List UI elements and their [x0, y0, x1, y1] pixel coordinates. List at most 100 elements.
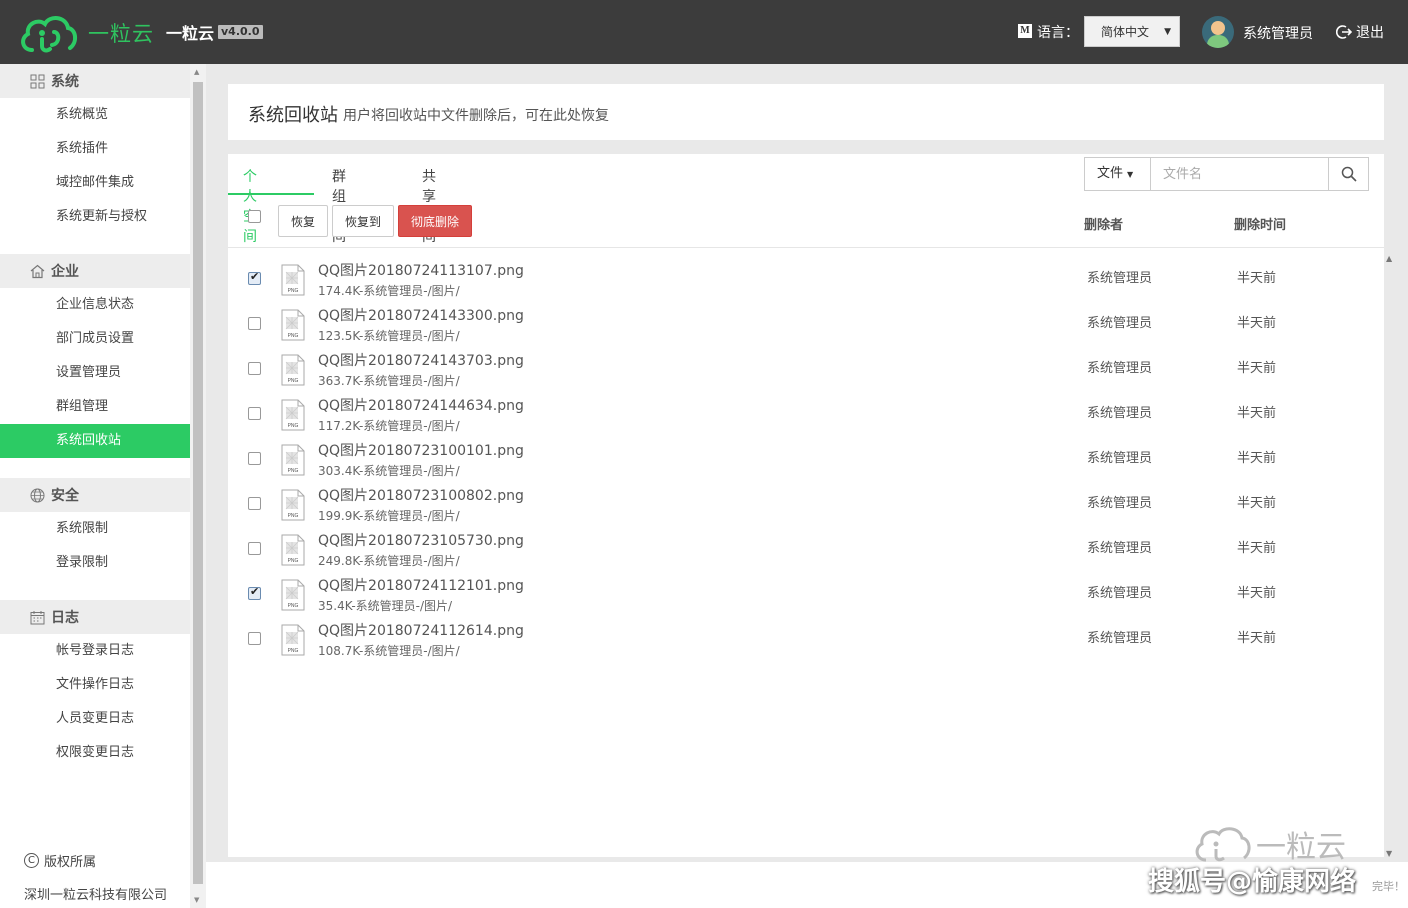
file-row[interactable]: PNG QQ图片20180723105730.png 249.8K-系统管理员-/图…	[228, 528, 1384, 573]
sidebar-item-enterprise-info[interactable]: 企业信息状态	[0, 288, 190, 322]
row-checkbox[interactable]	[248, 317, 261, 330]
sidebar-group-logs[interactable]: 日志	[0, 600, 190, 634]
column-header-delete-time[interactable]: 删除时间	[1234, 214, 1286, 233]
png-file-icon: PNG	[281, 399, 305, 431]
file-name[interactable]: QQ图片20180724113107.png	[318, 260, 524, 280]
sidebar-item-domain-mail[interactable]: 域控邮件集成	[0, 166, 190, 200]
sidebar-group-label: 日志	[51, 610, 79, 626]
sidebar-item-recycle-bin[interactable]: 系统回收站	[0, 424, 190, 458]
file-row[interactable]: PNG QQ图片20180724143300.png 123.5K-系统管理员-/图…	[228, 303, 1384, 348]
scroll-down-icon[interactable]: ▼	[1386, 849, 1392, 858]
watermark-logo-text: 一粒云	[1256, 830, 1346, 865]
file-delete-time: 半天前	[1237, 631, 1277, 646]
png-file-icon: PNG	[281, 579, 305, 611]
language-select[interactable]: 简体中文 ▼	[1084, 16, 1180, 47]
sidebar-item-admins[interactable]: 设置管理员	[0, 356, 190, 390]
scrollbar-thumb[interactable]	[193, 82, 203, 884]
select-all-checkbox[interactable]	[248, 210, 261, 223]
row-checkbox[interactable]	[248, 542, 261, 555]
globe-icon	[30, 488, 45, 503]
row-checkbox[interactable]	[248, 632, 261, 645]
user-avatar[interactable]	[1202, 16, 1234, 48]
top-header: 一粒云 一粒云 v4.0.0 M 语言： 简体中文 ▼ 系统管理员 退出	[0, 0, 1408, 64]
logout-button[interactable]: 退出	[1336, 22, 1384, 42]
file-name[interactable]: QQ图片20180724112101.png	[318, 575, 524, 595]
status-text: 完毕！	[1372, 880, 1405, 893]
sidebar-item-overview[interactable]: 系统概览	[0, 98, 190, 132]
file-deleter: 系统管理员	[1087, 361, 1153, 376]
file-deleter: 系统管理员	[1087, 541, 1153, 556]
sidebar-item-permission-log[interactable]: 权限变更日志	[0, 736, 190, 770]
copyright: C 版权所属	[24, 851, 96, 870]
grid-icon	[30, 74, 45, 89]
svg-text:PNG: PNG	[288, 378, 299, 384]
png-file-icon: PNG	[281, 489, 305, 521]
search-button[interactable]	[1328, 158, 1368, 190]
scroll-up-icon[interactable]: ▲	[194, 68, 199, 76]
file-row[interactable]: PNG QQ图片20180724112101.png 35.4K-系统管理员-/图片…	[228, 573, 1384, 618]
row-checkbox[interactable]	[248, 362, 261, 375]
version-badge: v4.0.0	[218, 25, 263, 39]
sidebar-item-groups[interactable]: 群组管理	[0, 390, 190, 424]
sidebar-group-label: 企业	[51, 264, 79, 280]
sidebar-group-label: 系统	[51, 74, 79, 90]
file-meta: 123.5K-系统管理员-/图片/	[318, 329, 460, 343]
app-logo[interactable]: 一粒云	[18, 12, 154, 54]
row-checkbox[interactable]	[248, 407, 261, 420]
sidebar-item-login-limits[interactable]: 登录限制	[0, 546, 190, 580]
sidebar-group-enterprise[interactable]: 企业	[0, 254, 190, 288]
sidebar-item-update-license[interactable]: 系统更新与授权	[0, 200, 190, 234]
sidebar-group-system[interactable]: 系统	[0, 64, 190, 98]
sidebar-group-label: 安全	[51, 488, 79, 504]
language-label: 语言：	[1037, 25, 1079, 41]
row-checkbox[interactable]	[248, 585, 261, 600]
file-deleter: 系统管理员	[1087, 451, 1153, 466]
file-name[interactable]: QQ图片20180724112614.png	[318, 620, 524, 640]
restore-to-button[interactable]: 恢复到	[332, 205, 394, 237]
row-checkbox[interactable]	[248, 452, 261, 465]
file-row[interactable]: PNG QQ图片20180724113107.png 174.4K-系统管理员-/图…	[228, 258, 1384, 303]
delete-permanently-button[interactable]: 彻底删除	[398, 205, 472, 237]
row-checkbox[interactable]	[248, 270, 261, 285]
file-row[interactable]: PNG QQ图片20180723100101.png 303.4K-系统管理员-/图…	[228, 438, 1384, 483]
row-checkbox[interactable]	[248, 497, 261, 510]
user-name[interactable]: 系统管理员	[1243, 23, 1313, 43]
file-name[interactable]: QQ图片20180724143703.png	[318, 350, 524, 370]
file-name[interactable]: QQ图片20180723100802.png	[318, 485, 524, 505]
sidebar-group-security[interactable]: 安全	[0, 478, 190, 512]
language-value: 简体中文	[1101, 25, 1150, 39]
content-scrollbar[interactable]: ▲ ▼	[1384, 254, 1398, 858]
sidebar-scrollbar[interactable]: ▲ ▼	[190, 64, 206, 908]
calendar-icon	[30, 610, 45, 625]
sidebar-item-departments[interactable]: 部门成员设置	[0, 322, 190, 356]
caret-down-icon: ▼	[1127, 170, 1134, 179]
file-name[interactable]: QQ图片20180723100101.png	[318, 440, 524, 460]
svg-text:PNG: PNG	[288, 513, 299, 519]
file-meta: 303.4K-系统管理员-/图片/	[318, 464, 460, 478]
file-row[interactable]: PNG QQ图片20180723100802.png 199.9K-系统管理员-/图…	[228, 483, 1384, 528]
scroll-down-icon[interactable]: ▼	[194, 896, 199, 904]
scroll-up-icon[interactable]: ▲	[1386, 254, 1392, 263]
sidebar-item-file-log[interactable]: 文件操作日志	[0, 668, 190, 702]
file-name[interactable]: QQ图片20180724144634.png	[318, 395, 524, 415]
sidebar-item-system-limits[interactable]: 系统限制	[0, 512, 190, 546]
sidebar-item-member-log[interactable]: 人员变更日志	[0, 702, 190, 736]
file-row[interactable]: PNG QQ图片20180724144634.png 117.2K-系统管理员-/图…	[228, 393, 1384, 438]
company-name: 深圳一粒云科技有限公司	[24, 888, 168, 903]
sidebar: 系统 系统概览 系统插件 域控邮件集成 系统更新与授权 企业 企业信息状态 部门…	[0, 64, 190, 908]
search-input[interactable]	[1151, 158, 1328, 190]
file-deleter: 系统管理员	[1087, 631, 1153, 646]
file-name[interactable]: QQ图片20180723105730.png	[318, 530, 524, 550]
file-row[interactable]: PNG QQ图片20180724143703.png 363.7K-系统管理员-/图…	[228, 348, 1384, 393]
png-file-icon: PNG	[281, 264, 305, 296]
sidebar-item-login-log[interactable]: 帐号登录日志	[0, 634, 190, 668]
sidebar-item-plugins[interactable]: 系统插件	[0, 132, 190, 166]
column-header-deleter[interactable]: 删除者	[1084, 214, 1123, 233]
file-row[interactable]: PNG QQ图片20180724112614.png 108.7K-系统管理员-/图…	[228, 618, 1384, 663]
png-file-icon: PNG	[281, 354, 305, 386]
search-type-select[interactable]: 文件 ▼	[1085, 158, 1151, 190]
restore-button[interactable]: 恢复	[278, 205, 328, 237]
file-delete-time: 半天前	[1237, 316, 1277, 331]
file-name[interactable]: QQ图片20180724143300.png	[318, 305, 524, 325]
logout-label: 退出	[1356, 25, 1384, 41]
